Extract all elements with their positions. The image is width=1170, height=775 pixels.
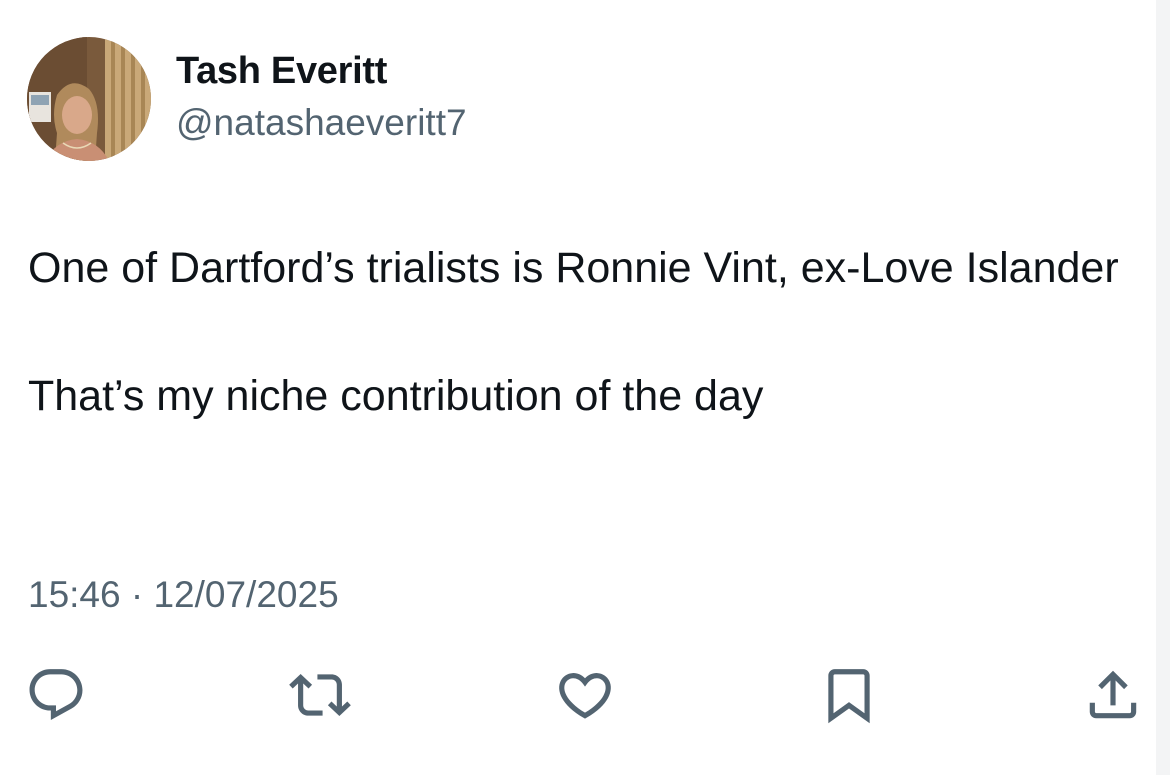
retweet-icon	[289, 674, 351, 716]
reply-icon	[29, 669, 83, 721]
tweet-text: One of Dartford’s trialists is Ronnie Vi…	[28, 236, 1128, 428]
avatar[interactable]	[27, 37, 151, 161]
bookmark-button[interactable]	[818, 664, 880, 726]
tweet-paragraph: One of Dartford’s trialists is Ronnie Vi…	[28, 244, 1119, 292]
tweet-timestamp[interactable]: 15:46 · 12/07/2025	[28, 574, 339, 616]
share-button[interactable]	[1082, 664, 1144, 726]
scrollbar-track[interactable]	[1156, 0, 1170, 775]
bookmark-icon	[828, 669, 870, 724]
tweet-paragraph: That’s my niche contribution of the day	[28, 372, 764, 420]
share-icon	[1089, 670, 1137, 719]
author-handle[interactable]: @natashaeveritt7	[176, 102, 467, 144]
like-button[interactable]	[554, 664, 616, 726]
heart-icon	[559, 673, 611, 719]
reply-button[interactable]	[25, 664, 87, 726]
author-display-name[interactable]: Tash Everitt	[176, 50, 387, 93]
avatar-image	[27, 37, 151, 161]
retweet-button[interactable]	[289, 664, 351, 726]
